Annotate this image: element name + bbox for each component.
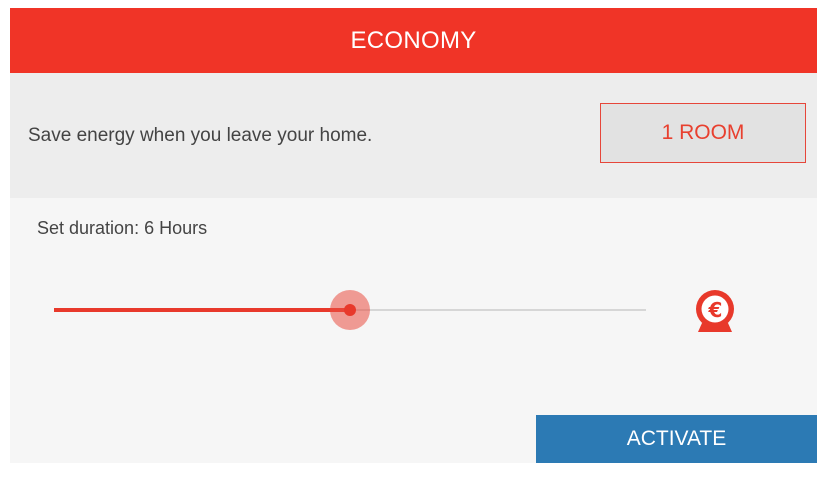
economy-description: Save energy when you leave your home. bbox=[28, 125, 373, 146]
slider-thumb-dot bbox=[344, 304, 356, 316]
info-band: Save energy when you leave your home. 1 … bbox=[10, 73, 817, 198]
slider-fill bbox=[54, 308, 350, 312]
economy-dialog: ECONOMY Save energy when you leave your … bbox=[10, 8, 817, 463]
room-select-button[interactable]: 1 ROOM bbox=[600, 103, 806, 163]
svg-text:€: € bbox=[708, 298, 723, 322]
slider-thumb[interactable] bbox=[330, 290, 370, 330]
euro-savings-icon: € bbox=[696, 290, 734, 332]
activate-button[interactable]: ACTIVATE bbox=[536, 415, 817, 463]
duration-label: Set duration: 6 Hours bbox=[37, 218, 208, 238]
dialog-header: ECONOMY bbox=[10, 8, 817, 73]
duration-slider[interactable] bbox=[54, 290, 646, 330]
dialog-title: ECONOMY bbox=[350, 26, 477, 54]
